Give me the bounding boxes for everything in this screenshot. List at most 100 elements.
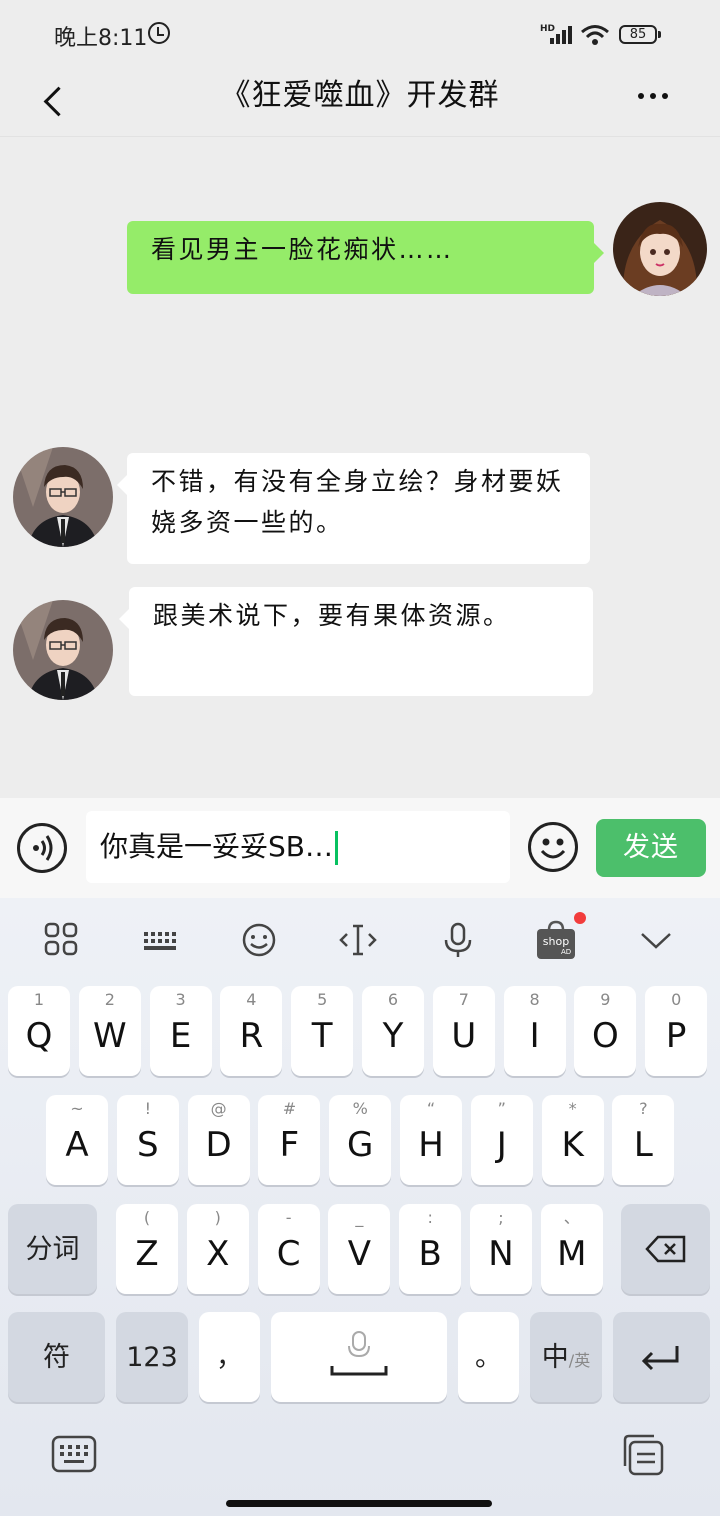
backspace-key[interactable] — [621, 1204, 710, 1294]
key-l[interactable]: ? L — [612, 1095, 675, 1185]
key-h[interactable]: “H — [400, 1095, 462, 1185]
key-w[interactable]: 2W — [78, 986, 141, 1076]
key-label: O — [592, 1016, 619, 1056]
key-y[interactable]: 6Y — [362, 986, 424, 1076]
emoji-button[interactable] — [528, 822, 578, 872]
home-indicator[interactable] — [226, 1500, 492, 1507]
space-key[interactable] — [271, 1312, 447, 1402]
clipboard-icon[interactable] — [620, 1432, 668, 1478]
key-label: R — [239, 1016, 264, 1056]
key-r[interactable]: 4R — [220, 986, 283, 1076]
status-time: 晚上8:11 — [54, 26, 148, 51]
voice-icon — [33, 835, 53, 861]
message-bubble-incoming[interactable]: 不错，有没有全身立绘？身材要妖娆多资一些的。 — [117, 453, 590, 564]
lang-main-label: 中 — [541, 1342, 569, 1373]
microphone-icon[interactable] — [436, 918, 480, 962]
key-x[interactable]: ) X — [186, 1204, 249, 1294]
keyboard-layout-icon[interactable] — [138, 918, 182, 962]
enter-key[interactable] — [613, 1312, 710, 1402]
alarm-icon — [148, 22, 170, 44]
cursor-move-icon[interactable] — [336, 918, 380, 962]
key-label: L — [633, 1125, 653, 1165]
send-button[interactable]: 发送 — [596, 819, 706, 877]
key-label: B — [418, 1234, 442, 1274]
key-s[interactable]: ! S — [116, 1095, 179, 1185]
avatar-sender[interactable] — [13, 447, 113, 547]
key-f[interactable]: # F — [258, 1095, 321, 1185]
key-o[interactable]: 9O — [574, 986, 637, 1076]
fenci-key[interactable]: 分词 — [8, 1204, 97, 1294]
key-label: Z — [135, 1234, 159, 1274]
key-secondary-label: “ — [426, 1099, 436, 1118]
key-g[interactable]: % G — [329, 1095, 392, 1185]
key-label: I — [529, 1016, 540, 1056]
wifi-icon — [581, 25, 609, 45]
key-m[interactable]: 、 M — [540, 1204, 603, 1294]
key-secondary-label: 、 — [563, 1208, 580, 1227]
key-secondary-label: % — [352, 1099, 368, 1118]
key-label: D — [205, 1125, 232, 1165]
key-p[interactable]: 0P — [645, 986, 708, 1076]
key-b[interactable]: :B — [399, 1204, 462, 1294]
key-q[interactable]: 1Q — [8, 986, 70, 1076]
key-label: N — [488, 1234, 514, 1274]
keyboard-toolbar: shop AD — [0, 898, 720, 982]
numbers-key[interactable]: 123 — [116, 1312, 188, 1402]
emoji-icon[interactable] — [237, 918, 281, 962]
language-switch-key[interactable]: 中/英 — [530, 1312, 602, 1402]
message-bubble-outgoing[interactable]: 看见男主一脸花痴状…… — [127, 221, 604, 294]
chat-header: 《狂爱噬血》开发群 — [0, 66, 720, 136]
message-input-text: 你真是一妥妥SB… — [100, 830, 333, 863]
voice-input-button[interactable] — [17, 823, 67, 873]
key-j[interactable]: ” J — [470, 1095, 533, 1185]
symbols-key[interactable]: 符 — [8, 1312, 105, 1402]
comma-key[interactable]: ， — [199, 1312, 260, 1402]
key-a[interactable]: ~ A — [46, 1095, 108, 1185]
more-options-button[interactable] — [630, 90, 676, 102]
key-i[interactable]: 8I — [503, 986, 566, 1076]
chat-area[interactable]: 看见男主一脸花痴状…… 不错，有没有全身立绘？身材要妖娆多资一些的。 跟美术说下… — [0, 136, 720, 798]
avatar-self[interactable] — [613, 202, 707, 296]
key-label: W — [92, 1016, 127, 1056]
signal-icon — [550, 26, 572, 44]
message-bubble-incoming[interactable]: 跟美术说下，要有果体资源。 — [119, 587, 593, 696]
smiley-icon — [540, 838, 566, 859]
soft-keyboard: shop AD 1Q2W3E4R5T6Y7U8I9O0P ~ A! S @ D # F% G “… — [0, 898, 720, 1516]
lang-sub-label: /英 — [568, 1351, 591, 1370]
message-input[interactable]: 你真是一妥妥SB… — [86, 811, 510, 883]
key-c[interactable]: -C — [257, 1204, 320, 1294]
female-avatar-icon — [613, 202, 707, 296]
key-t[interactable]: 5T — [291, 986, 354, 1076]
space-mic-icon — [330, 1331, 388, 1376]
key-k[interactable]: * K — [541, 1095, 604, 1185]
keyboard-switch-icon[interactable] — [50, 1434, 98, 1476]
key-d[interactable]: @ D — [187, 1095, 250, 1185]
key-label: K — [561, 1125, 584, 1165]
key-e[interactable]: 3E — [149, 986, 212, 1076]
key-v[interactable]: _ V — [328, 1204, 391, 1294]
avatar-sender[interactable] — [13, 600, 113, 700]
key-n[interactable]: ; N — [470, 1204, 532, 1294]
apps-grid-icon[interactable] — [40, 918, 84, 962]
key-u[interactable]: 7U — [432, 986, 495, 1076]
notification-dot — [574, 912, 586, 924]
shop-button[interactable]: shop AD — [534, 912, 586, 962]
shop-ad-label: AD — [561, 948, 572, 956]
fenci-key-label: 分词 — [25, 1234, 80, 1265]
key-secondary-label: @ — [210, 1099, 227, 1118]
key-secondary-label: - — [285, 1208, 292, 1227]
numbers-key-label: 123 — [126, 1342, 178, 1373]
language-switch-label: 中/英 — [530, 1340, 602, 1379]
enter-icon — [641, 1346, 679, 1371]
chevron-down-icon[interactable] — [634, 918, 678, 962]
message-text: 看见男主一脸花痴状…… — [151, 235, 454, 264]
shop-label: shop — [542, 935, 570, 948]
key-label: F — [279, 1125, 300, 1165]
back-button[interactable] — [38, 81, 78, 121]
comma-key-label: ， — [216, 1342, 243, 1373]
key-z[interactable]: (Z — [116, 1204, 178, 1294]
key-secondary-label: ! — [144, 1099, 151, 1118]
period-key[interactable]: 。 — [458, 1312, 519, 1402]
key-label: H — [418, 1125, 444, 1165]
status-bar: 晚上8:11 HD 85 — [0, 0, 720, 66]
